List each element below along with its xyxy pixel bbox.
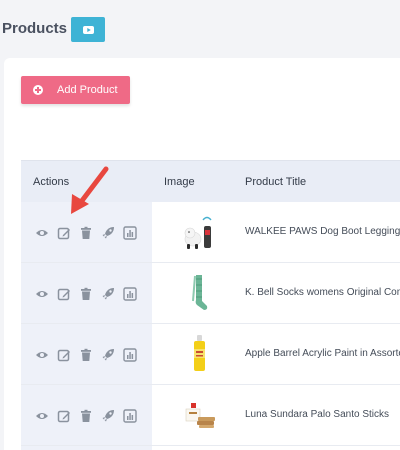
page-header: Products <box>0 0 400 58</box>
dog-boots-product-image <box>184 216 212 249</box>
chart-icon[interactable] <box>123 226 137 240</box>
chart-icon[interactable] <box>123 409 137 423</box>
edit-icon[interactable] <box>57 409 71 423</box>
column-header-image: Image <box>164 176 195 188</box>
rocket-icon[interactable] <box>101 348 115 362</box>
green-socks-product-image <box>192 275 208 310</box>
table-row: Apple Barrel Acrylic Paint in Assorted <box>21 324 400 385</box>
trash-icon[interactable] <box>79 409 93 423</box>
column-header-product-title: Product Title <box>245 176 307 188</box>
product-title[interactable]: Apple Barrel Acrylic Paint in Assorted <box>245 348 400 359</box>
eye-icon[interactable] <box>35 348 49 362</box>
annotation-arrow-icon <box>71 166 109 214</box>
add-product-label: Add Product <box>57 84 118 96</box>
edit-icon[interactable] <box>57 348 71 362</box>
palo-santo-product-image <box>185 403 215 428</box>
rocket-icon[interactable] <box>101 226 115 240</box>
trash-icon[interactable] <box>79 287 93 301</box>
table-row: Luna Sundara Palo Santo Sticks <box>21 385 400 446</box>
edit-icon[interactable] <box>57 287 71 301</box>
table-row: K. Bell Socks womens Original Compressio… <box>21 263 400 324</box>
row-actions <box>35 348 137 362</box>
column-header-actions: Actions <box>33 176 70 188</box>
rocket-icon[interactable] <box>101 287 115 301</box>
page-title: Products <box>2 20 68 37</box>
product-title[interactable]: K. Bell Socks womens Original Compressio… <box>245 287 400 298</box>
plus-circle-icon <box>33 85 43 95</box>
eye-icon[interactable] <box>35 287 49 301</box>
chart-icon[interactable] <box>123 348 137 362</box>
add-product-button[interactable]: Add Product <box>21 76 130 104</box>
row-actions <box>35 409 137 423</box>
product-title[interactable]: Luna Sundara Palo Santo Sticks <box>245 409 400 420</box>
row-actions <box>35 226 137 240</box>
trash-icon[interactable] <box>79 348 93 362</box>
product-title[interactable]: WALKEE PAWS Dog Boot Leggings <box>245 226 400 237</box>
eye-icon[interactable] <box>35 409 49 423</box>
video-tutorial-button[interactable] <box>71 17 105 42</box>
eye-icon[interactable] <box>35 226 49 240</box>
row-actions <box>35 287 137 301</box>
edit-icon[interactable] <box>57 226 71 240</box>
youtube-play-icon <box>82 25 94 34</box>
trash-icon[interactable] <box>79 226 93 240</box>
rocket-icon[interactable] <box>101 409 115 423</box>
chart-icon[interactable] <box>123 287 137 301</box>
acrylic-paint-product-image <box>194 335 205 371</box>
